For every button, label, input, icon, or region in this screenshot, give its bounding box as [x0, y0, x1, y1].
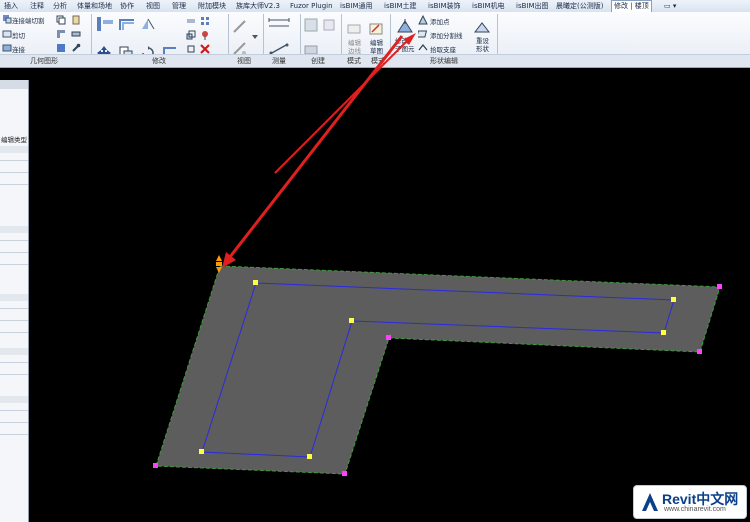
elevation-grip[interactable]: [216, 262, 222, 266]
roof-slab[interactable]: [155, 265, 721, 475]
shape-point[interactable]: [671, 297, 676, 302]
vertex-point[interactable]: [342, 471, 347, 476]
vertex-point[interactable]: [386, 335, 391, 340]
shape-point[interactable]: [661, 330, 666, 335]
logo-url: www.chinarevit.com: [664, 506, 726, 513]
revit-logo-watermark: Revit中文网 www.chinarevit.com: [633, 485, 747, 519]
elevation-grip-up-icon[interactable]: [216, 255, 222, 261]
vertex-point[interactable]: [717, 284, 722, 289]
vertex-point[interactable]: [697, 349, 702, 354]
shape-point[interactable]: [307, 454, 312, 459]
shape-point[interactable]: [199, 449, 204, 454]
shape-point[interactable]: [253, 280, 258, 285]
shape-point[interactable]: [349, 318, 354, 323]
drawing-canvas[interactable]: [0, 0, 750, 522]
revit-logo-icon: [642, 493, 658, 511]
vertex-point[interactable]: [153, 463, 158, 468]
annotation-arrow: [222, 33, 416, 268]
